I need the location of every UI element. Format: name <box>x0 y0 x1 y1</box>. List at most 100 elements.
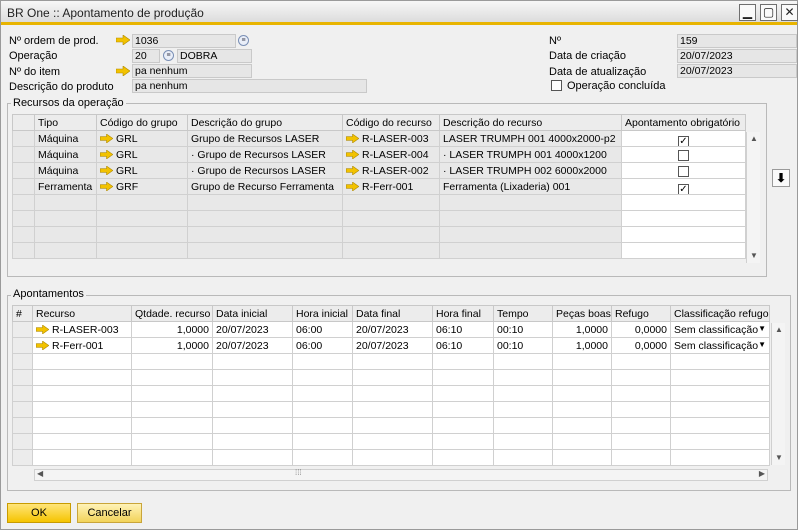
scroll-thumb-grip-icon[interactable]: ⁞⁞⁞ <box>295 468 302 477</box>
col-tipo[interactable]: Tipo <box>34 114 97 131</box>
classificacao-dropdown[interactable]: Sem classificação ▼ <box>670 321 770 338</box>
operacao-code-field[interactable]: 20 <box>132 49 160 63</box>
col-refugo[interactable]: Refugo <box>611 305 671 322</box>
col-desc-grupo[interactable]: Descrição do grupo <box>187 114 343 131</box>
cod-recurso-cell[interactable]: R-LASER-003 <box>342 130 440 147</box>
tempo-cell[interactable]: 00:10 <box>493 321 553 338</box>
col-pecas-boas[interactable]: Peças boas <box>552 305 612 322</box>
scroll-down-icon[interactable]: ▼ <box>747 249 761 263</box>
obrigatorio-cell[interactable] <box>621 162 746 179</box>
row-header[interactable] <box>12 130 35 147</box>
col-cod-grupo[interactable]: Código do grupo <box>96 114 188 131</box>
col-qtd[interactable]: Qtdade. recurso <box>131 305 213 322</box>
obrigatorio-cell[interactable]: ✓ <box>621 178 746 195</box>
scroll-down-icon[interactable]: ▼ <box>772 451 786 465</box>
list-icon[interactable]: ≡ <box>238 35 249 46</box>
operacao-concluida-checkbox[interactable] <box>551 80 562 91</box>
hora-final-cell[interactable]: 06:10 <box>432 337 494 354</box>
pecas-boas-cell[interactable]: 1,0000 <box>552 321 612 338</box>
cod-recurso-cell[interactable]: R-LASER-002 <box>342 162 440 179</box>
ordem-field[interactable]: 1036 <box>132 34 236 48</box>
move-down-arrow-icon[interactable]: ⬇ <box>772 169 790 187</box>
qtd-cell[interactable]: 1,0000 <box>131 337 213 354</box>
scroll-left-icon[interactable]: ◀ <box>37 469 43 478</box>
table-row[interactable]: R-Ferr-001 1,0000 20/07/2023 06:00 20/07… <box>12 337 770 354</box>
desc-recurso-cell[interactable]: LASER TRUMPH 001 4000x2000-p2 <box>439 130 622 147</box>
recurso-cell[interactable]: R-Ferr-001 <box>32 337 132 354</box>
link-arrow-icon[interactable] <box>346 182 359 192</box>
table-row[interactable]: Máquina GRL Grupo de Recursos LASER R-LA… <box>12 130 746 147</box>
obrigatorio-cell[interactable] <box>621 146 746 163</box>
hora-final-cell[interactable]: 06:10 <box>432 321 494 338</box>
list-icon[interactable]: ≡ <box>163 50 174 61</box>
link-arrow-icon[interactable] <box>116 35 130 45</box>
link-arrow-icon[interactable] <box>36 341 49 351</box>
data-inicial-cell[interactable]: 20/07/2023 <box>212 321 293 338</box>
obrigatorio-checkbox[interactable] <box>678 165 689 177</box>
desc-grupo-cell[interactable]: Grupo de Recurso Ferramenta <box>187 178 343 195</box>
dropdown-arrow-icon[interactable]: ▼ <box>758 340 766 349</box>
ok-button[interactable]: OK <box>7 503 71 523</box>
hora-inicial-cell[interactable]: 06:00 <box>292 321 353 338</box>
desc-grupo-cell[interactable]: Grupo de Recursos LASER <box>187 130 343 147</box>
refugo-cell[interactable]: 0,0000 <box>611 337 671 354</box>
data-final-cell[interactable]: 20/07/2023 <box>352 321 433 338</box>
desc-grupo-cell[interactable]: · Grupo de Recursos LASER <box>187 146 343 163</box>
tipo-cell[interactable]: Máquina <box>34 130 97 147</box>
table-row[interactable]: R-LASER-003 1,0000 20/07/2023 06:00 20/0… <box>12 321 770 338</box>
obrigatorio-checkbox[interactable] <box>678 149 689 161</box>
link-arrow-icon[interactable] <box>346 134 359 144</box>
cancel-button[interactable]: Cancelar <box>77 503 142 523</box>
link-arrow-icon[interactable] <box>100 134 113 144</box>
data-inicial-cell[interactable]: 20/07/2023 <box>212 337 293 354</box>
col-tempo[interactable]: Tempo <box>493 305 553 322</box>
refugo-cell[interactable]: 0,0000 <box>611 321 671 338</box>
desc-recurso-cell[interactable]: Ferramenta (Lixaderia) 001 <box>439 178 622 195</box>
recurso-cell[interactable]: R-LASER-003 <box>32 321 132 338</box>
item-field[interactable]: pa nenhum <box>132 64 252 78</box>
cod-grupo-cell[interactable]: GRL <box>96 130 188 147</box>
link-arrow-icon[interactable] <box>100 150 113 160</box>
link-arrow-icon[interactable] <box>116 66 130 76</box>
table-row[interactable]: Máquina GRL · Grupo de Recursos LASER R-… <box>12 146 746 163</box>
cod-grupo-cell[interactable]: GRL <box>96 162 188 179</box>
close-button[interactable]: ✕ <box>781 4 798 21</box>
data-final-cell[interactable]: 20/07/2023 <box>352 337 433 354</box>
row-header[interactable] <box>12 321 33 338</box>
link-arrow-icon[interactable] <box>346 150 359 160</box>
col-recurso[interactable]: Recurso <box>32 305 132 322</box>
desc-recurso-cell[interactable]: · LASER TRUMPH 002 6000x2000 <box>439 162 622 179</box>
scroll-up-icon[interactable]: ▲ <box>747 132 761 146</box>
row-header[interactable] <box>12 337 33 354</box>
cod-recurso-cell[interactable]: R-LASER-004 <box>342 146 440 163</box>
dropdown-arrow-icon[interactable]: ▼ <box>758 324 766 333</box>
tempo-cell[interactable]: 00:10 <box>493 337 553 354</box>
row-header[interactable] <box>12 146 35 163</box>
classificacao-dropdown[interactable]: Sem classificação ▼ <box>670 337 770 354</box>
obrigatorio-cell[interactable]: ✓ <box>621 130 746 147</box>
table-row[interactable]: Máquina GRL · Grupo de Recursos LASER R-… <box>12 162 746 179</box>
col-data-final[interactable]: Data final <box>352 305 433 322</box>
row-header[interactable] <box>12 178 35 195</box>
hora-inicial-cell[interactable]: 06:00 <box>292 337 353 354</box>
link-arrow-icon[interactable] <box>346 166 359 176</box>
maximize-button[interactable]: ▢ <box>760 4 777 21</box>
minimize-button[interactable]: ▁ <box>739 4 756 21</box>
tipo-cell[interactable]: Máquina <box>34 162 97 179</box>
apontamentos-horizontal-scrollbar[interactable]: ◀ ⁞⁞⁞ ▶ <box>34 468 768 481</box>
link-arrow-icon[interactable] <box>100 166 113 176</box>
qtd-cell[interactable]: 1,0000 <box>131 321 213 338</box>
col-index[interactable]: # <box>12 305 33 322</box>
col-hora-final[interactable]: Hora final <box>432 305 494 322</box>
obrigatorio-checkbox[interactable]: ✓ <box>678 135 689 146</box>
cod-recurso-cell[interactable]: R-Ferr-001 <box>342 178 440 195</box>
table-row[interactable]: Ferramenta GRF Grupo de Recurso Ferramen… <box>12 178 746 195</box>
col-data-inicial[interactable]: Data inicial <box>212 305 293 322</box>
col-hora-inicial[interactable]: Hora inicial <box>292 305 353 322</box>
col-classificacao[interactable]: Classificação refugo <box>670 305 770 322</box>
desc-grupo-cell[interactable]: · Grupo de Recursos LASER <box>187 162 343 179</box>
pecas-boas-cell[interactable]: 1,0000 <box>552 337 612 354</box>
obrigatorio-checkbox[interactable]: ✓ <box>678 183 689 194</box>
col-obrigatorio[interactable]: Apontamento obrigatório <box>621 114 746 131</box>
scroll-right-icon[interactable]: ▶ <box>759 469 765 478</box>
